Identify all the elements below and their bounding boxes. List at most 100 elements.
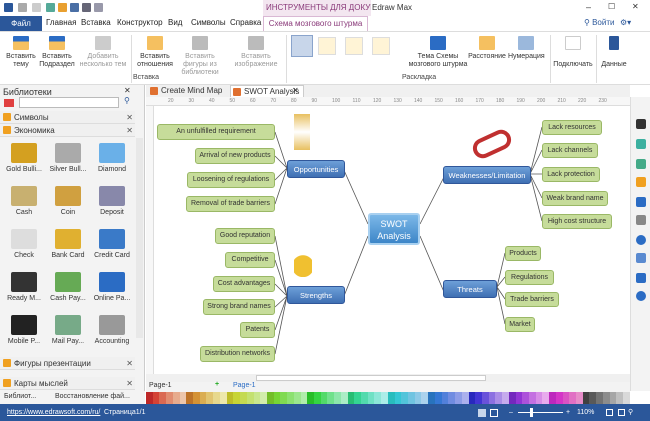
color-swatch[interactable] bbox=[576, 392, 583, 404]
library-item[interactable]: Silver Bull... bbox=[47, 143, 89, 173]
color-swatch[interactable] bbox=[414, 392, 422, 404]
redo-icon[interactable] bbox=[32, 3, 41, 12]
layout-tree-button[interactable] bbox=[372, 37, 390, 55]
settings-icon[interactable]: ⚙▾ bbox=[620, 18, 631, 27]
section-symbols[interactable]: Символы ✕ bbox=[0, 111, 135, 124]
color-swatch[interactable] bbox=[246, 392, 254, 404]
insert-relation-button[interactable]: Вставить отношения bbox=[136, 34, 174, 69]
color-swatch[interactable] bbox=[159, 392, 167, 404]
tab-file-recovery[interactable]: Восстановление фай... bbox=[55, 393, 130, 400]
subtopic[interactable]: Lack protection bbox=[542, 167, 600, 182]
layout-right-button[interactable] bbox=[318, 37, 336, 55]
subtopic[interactable]: Lack channels bbox=[542, 143, 598, 158]
color-swatch[interactable] bbox=[152, 392, 160, 404]
view-page-icon[interactable] bbox=[490, 409, 498, 417]
page-icon[interactable] bbox=[636, 197, 646, 207]
color-swatch[interactable] bbox=[354, 392, 361, 404]
color-swatch[interactable] bbox=[226, 392, 234, 404]
fit-page-icon[interactable] bbox=[606, 409, 613, 416]
color-swatch[interactable] bbox=[253, 392, 261, 404]
color-swatch[interactable] bbox=[394, 392, 402, 404]
scroll-thumb[interactable] bbox=[256, 375, 486, 381]
color-swatch[interactable] bbox=[179, 392, 187, 404]
color-swatch[interactable] bbox=[381, 392, 388, 404]
drawing-canvas[interactable]: SWOT Analysis Opportunities Strengths Wea… bbox=[154, 106, 630, 374]
subtopic[interactable]: Good reputation bbox=[215, 228, 275, 244]
library-item[interactable]: Coin bbox=[47, 186, 89, 216]
zoom-slider-thumb[interactable] bbox=[530, 408, 533, 417]
library-search-input[interactable] bbox=[19, 97, 119, 108]
format-icon[interactable] bbox=[636, 119, 646, 129]
menu-home[interactable]: Главная bbox=[46, 18, 76, 27]
section-presentation[interactable]: Фигуры презентации ✕ bbox=[0, 357, 135, 370]
topic-threats[interactable]: Threats bbox=[443, 280, 497, 298]
spacing-button[interactable]: Расстояние bbox=[466, 34, 508, 61]
color-swatch[interactable] bbox=[481, 392, 489, 404]
connect-button[interactable]: Подключать bbox=[552, 34, 594, 69]
color-swatch[interactable] bbox=[441, 392, 449, 404]
zoom-out-button[interactable]: – bbox=[509, 404, 513, 421]
color-swatch[interactable] bbox=[193, 392, 200, 404]
export-icon[interactable] bbox=[94, 3, 103, 12]
website-link[interactable]: https://www.edrawsoft.com/ru/ bbox=[7, 404, 100, 421]
color-swatch[interactable] bbox=[542, 392, 550, 404]
color-swatch[interactable] bbox=[515, 392, 523, 404]
insert-image-button[interactable]: Вставить изображение bbox=[232, 34, 280, 69]
color-swatch[interactable] bbox=[488, 392, 496, 404]
insert-subtopic-button[interactable]: Вставить Подраздел bbox=[38, 34, 76, 69]
color-swatch[interactable] bbox=[468, 392, 476, 404]
color-swatch[interactable] bbox=[166, 392, 173, 404]
section-economics[interactable]: Экономика ✕ bbox=[0, 124, 135, 137]
color-swatch[interactable] bbox=[260, 392, 267, 404]
library-item[interactable]: Deposit bbox=[91, 186, 133, 216]
color-swatch[interactable] bbox=[273, 392, 281, 404]
add-page-button[interactable]: + bbox=[215, 381, 219, 388]
library-item[interactable]: Mobile P... bbox=[3, 315, 45, 345]
color-swatch[interactable] bbox=[401, 392, 409, 404]
color-swatch[interactable] bbox=[213, 392, 220, 404]
color-swatch[interactable] bbox=[461, 392, 469, 404]
color-swatch[interactable] bbox=[146, 392, 153, 404]
color-swatch[interactable] bbox=[320, 392, 328, 404]
layout-left-button[interactable] bbox=[345, 37, 363, 55]
color-swatch[interactable] bbox=[421, 392, 429, 404]
color-swatch[interactable] bbox=[293, 392, 301, 404]
close-tab-icon[interactable]: ✕ bbox=[292, 86, 299, 95]
subtopic[interactable]: Products bbox=[505, 246, 541, 261]
color-swatch[interactable] bbox=[307, 392, 314, 404]
color-swatch[interactable] bbox=[528, 392, 536, 404]
color-swatch[interactable] bbox=[502, 392, 509, 404]
library-item[interactable]: Online Pa... bbox=[91, 272, 133, 302]
color-swatch[interactable] bbox=[582, 392, 590, 404]
tab-create-mind-map[interactable]: Create Mind Map Fl... bbox=[148, 85, 232, 107]
library-item[interactable]: Cash Pay... bbox=[47, 272, 89, 302]
subtopic[interactable]: Cost advantages bbox=[213, 276, 275, 292]
library-item[interactable]: Gold Bulli... bbox=[3, 143, 45, 173]
color-swatch[interactable] bbox=[172, 392, 180, 404]
subtopic[interactable]: Trade barriers bbox=[505, 292, 559, 307]
color-swatch[interactable] bbox=[495, 392, 503, 404]
library-item[interactable]: Ready M... bbox=[3, 272, 45, 302]
topic-strengths[interactable]: Strengths bbox=[287, 286, 345, 304]
comment-icon[interactable] bbox=[636, 273, 646, 283]
color-swatch[interactable] bbox=[569, 392, 576, 404]
color-swatch[interactable] bbox=[240, 392, 247, 404]
fill-icon[interactable] bbox=[636, 139, 646, 149]
subtopic[interactable]: Regulations bbox=[505, 270, 554, 285]
color-swatch[interactable] bbox=[219, 392, 227, 404]
library-item[interactable]: Cash bbox=[3, 186, 45, 216]
color-swatch[interactable] bbox=[233, 392, 241, 404]
library-item[interactable]: Credit Card bbox=[91, 229, 133, 259]
subtopic[interactable]: Patents bbox=[240, 322, 275, 338]
login-button[interactable]: ⚲ Войти bbox=[584, 18, 614, 27]
close-icon[interactable]: ✕ bbox=[126, 357, 133, 370]
table-icon[interactable] bbox=[636, 253, 646, 263]
maximize-button[interactable]: ☐ bbox=[608, 2, 615, 11]
fit-width-icon[interactable] bbox=[618, 409, 625, 416]
menu-designer[interactable]: Конструктор bbox=[117, 18, 163, 27]
color-swatch[interactable] bbox=[589, 392, 597, 404]
color-swatch[interactable] bbox=[280, 392, 288, 404]
library-menu-icon[interactable] bbox=[4, 99, 14, 107]
color-swatch[interactable] bbox=[347, 392, 355, 404]
topic-opportunities[interactable]: Opportunities bbox=[287, 160, 345, 178]
